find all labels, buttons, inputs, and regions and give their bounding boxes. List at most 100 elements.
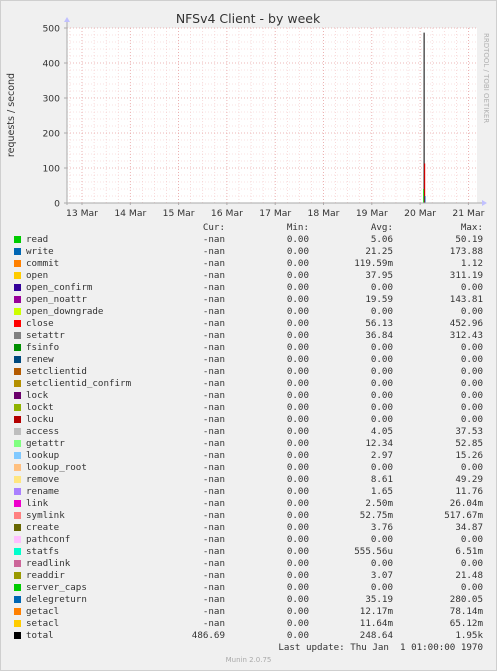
legend-cur-value: -nan xyxy=(202,294,225,305)
legend-max-value: 312.43 xyxy=(449,330,483,341)
legend-avg-value: 0.00 xyxy=(370,390,393,401)
legend-max-value: 0.00 xyxy=(460,306,483,317)
y-axis-arrow xyxy=(64,17,70,22)
x-tick-label: 14 Mar xyxy=(114,208,146,219)
legend-max-value: 0.00 xyxy=(460,402,483,413)
y-tick-label: 200 xyxy=(42,129,60,140)
legend-row: readlink -nan 0.00 0.00 0.00 xyxy=(0,558,497,570)
legend-swatch xyxy=(14,380,21,387)
legend-avg-value: 0.00 xyxy=(370,582,393,593)
legend-min-value: 0.00 xyxy=(286,522,309,533)
legend-cur-value: -nan xyxy=(202,390,225,401)
legend-avg-value: 3.07 xyxy=(370,570,393,581)
legend-cur-value: -nan xyxy=(202,342,225,353)
legend-swatch xyxy=(14,548,21,555)
legend-series-name: getattr xyxy=(26,438,65,449)
legend-min-value: 0.00 xyxy=(286,594,309,605)
chart: NFSv4 Client - by week requests / second… xyxy=(6,11,490,219)
legend-min-value: 0.00 xyxy=(286,450,309,461)
legend-min-value: 0.00 xyxy=(286,570,309,581)
legend-row: lockt -nan 0.00 0.00 0.00 xyxy=(0,402,497,414)
x-axis-arrow xyxy=(482,200,487,206)
chart-title: NFSv4 Client - by week xyxy=(176,11,321,26)
legend-min-value: 0.00 xyxy=(286,474,309,485)
legend-avg-value: 0.00 xyxy=(370,558,393,569)
legend-cur-value: -nan xyxy=(202,258,225,269)
legend-series-name: fsinfo xyxy=(26,342,60,353)
legend-min-value: 0.00 xyxy=(286,582,309,593)
legend-row: delegreturn -nan 0.00 35.19 280.05 xyxy=(0,594,497,606)
legend-max-value: 0.00 xyxy=(460,558,483,569)
legend-row: open_noattr -nan 0.00 19.59 143.81 xyxy=(0,294,497,306)
legend-header-avg: Avg: xyxy=(370,222,393,233)
legend-min-value: 0.00 xyxy=(286,342,309,353)
legend-cur-value: -nan xyxy=(202,474,225,485)
legend-swatch xyxy=(14,356,21,363)
legend-row: lookup -nan 0.00 2.97 15.26 xyxy=(0,450,497,462)
legend-min-value: 0.00 xyxy=(286,270,309,281)
legend-max-value: 15.26 xyxy=(455,450,483,461)
legend-cur-value: -nan xyxy=(202,414,225,425)
rrdtool-watermark: RRDTOOL / TOBI OETIKER xyxy=(482,33,490,123)
legend-series-name: lookup_root xyxy=(26,462,87,473)
legend-swatch xyxy=(14,344,21,351)
legend-series-name: server_caps xyxy=(26,582,87,593)
legend-row: lookup_root -nan 0.00 0.00 0.00 xyxy=(0,462,497,474)
legend-series-name: setacl xyxy=(26,618,60,629)
legend-swatch xyxy=(14,248,21,255)
legend-swatch xyxy=(14,596,21,603)
legend-series-name: lockt xyxy=(26,402,54,413)
legend-swatch xyxy=(14,620,21,627)
legend-max-value: 0.00 xyxy=(460,534,483,545)
legend-cur-value: -nan xyxy=(202,558,225,569)
legend-min-value: 0.00 xyxy=(286,438,309,449)
legend-row: getacl -nan 0.00 12.17m 78.14m xyxy=(0,606,497,618)
legend-max-value: 11.76 xyxy=(455,486,483,497)
legend-series-name: read xyxy=(26,234,49,245)
legend-min-value: 0.00 xyxy=(286,402,309,413)
legend-swatch xyxy=(14,320,21,327)
legend-series-name: readdir xyxy=(26,570,65,581)
x-tick-label: 17 Mar xyxy=(259,208,291,219)
legend-avg-value: 37.95 xyxy=(365,270,393,281)
legend-max-value: 517.67m xyxy=(444,510,483,521)
legend-cur-value: -nan xyxy=(202,534,225,545)
legend-cur-value: -nan xyxy=(202,486,225,497)
legend-min-value: 0.00 xyxy=(286,486,309,497)
legend-min-value: 0.00 xyxy=(286,258,309,269)
legend-row: total 486.69 0.00 248.64 1.95k xyxy=(0,630,497,642)
legend-max-value: 280.05 xyxy=(449,594,483,605)
legend-row: statfs -nan 0.00 555.56u 6.51m xyxy=(0,546,497,558)
legend-row: setclientid_confirm -nan 0.00 0.00 0.00 xyxy=(0,378,497,390)
legend-min-value: 0.00 xyxy=(286,546,309,557)
legend-min-value: 0.00 xyxy=(286,462,309,473)
legend-min-value: 0.00 xyxy=(286,426,309,437)
legend-swatch xyxy=(14,440,21,447)
legend-max-value: 65.12m xyxy=(449,618,483,629)
legend-row: close -nan 0.00 56.13 452.96 xyxy=(0,318,497,330)
y-tick-label: 400 xyxy=(42,59,60,70)
legend-cur-value: -nan xyxy=(202,282,225,293)
legend-max-value: 0.00 xyxy=(460,342,483,353)
legend-swatch xyxy=(14,560,21,567)
legend-cur-value: -nan xyxy=(202,318,225,329)
y-tick-label: 500 xyxy=(42,24,60,35)
legend-min-value: 0.00 xyxy=(286,498,309,509)
legend-avg-value: 0.00 xyxy=(370,282,393,293)
legend-row: getattr -nan 0.00 12.34 52.85 xyxy=(0,438,497,450)
legend-min-value: 0.00 xyxy=(286,234,309,245)
legend-avg-value: 4.05 xyxy=(370,426,393,437)
legend-row: pathconf -nan 0.00 0.00 0.00 xyxy=(0,534,497,546)
legend-series-name: getacl xyxy=(26,606,60,617)
legend-series-name: renew xyxy=(26,354,54,365)
legend-row: link -nan 0.00 2.50m 26.04m xyxy=(0,498,497,510)
legend-cur-value: -nan xyxy=(202,402,225,413)
legend-row: setclientid -nan 0.00 0.00 0.00 xyxy=(0,366,497,378)
legend-avg-value: 2.50m xyxy=(365,498,393,509)
legend-row: commit -nan 0.00 119.59m 1.12 xyxy=(0,258,497,270)
legend-avg-value: 0.00 xyxy=(370,534,393,545)
legend-avg-value: 0.00 xyxy=(370,306,393,317)
legend-series-name: delegreturn xyxy=(26,594,87,605)
legend-row: renew -nan 0.00 0.00 0.00 xyxy=(0,354,497,366)
legend-series-name: link xyxy=(26,498,49,509)
